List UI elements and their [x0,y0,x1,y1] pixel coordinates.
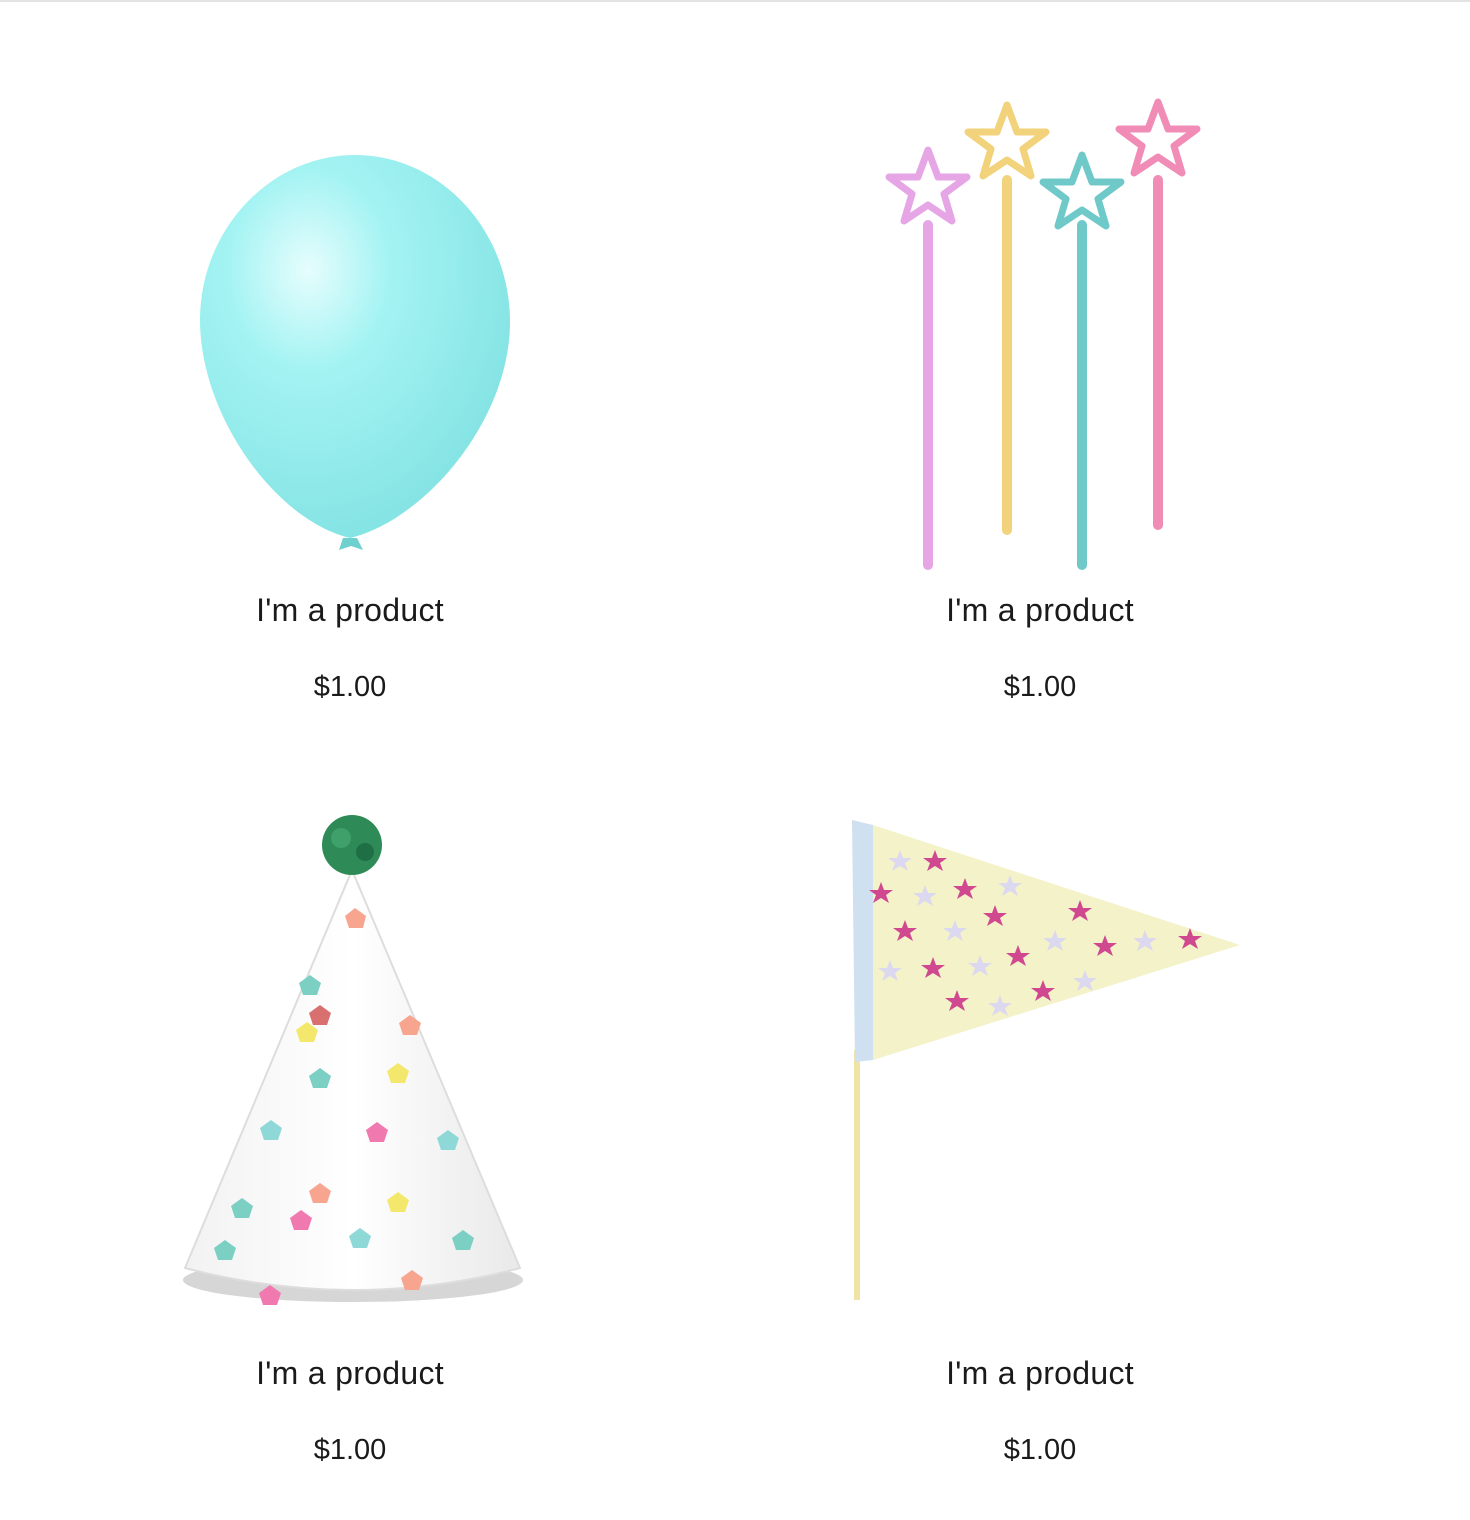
product-price: $1.00 [1003,671,1077,703]
product-name[interactable]: I'm a product [115,1355,585,1392]
product-image[interactable] [805,800,1275,1320]
product-name[interactable]: I'm a product [115,592,585,629]
product-image[interactable] [115,800,585,1320]
product-image[interactable] [805,60,1275,580]
party-hat-icon [183,815,523,1305]
product-price: $1.00 [313,671,387,703]
product-name[interactable]: I'm a product [805,592,1275,629]
pennant-flag-icon [852,820,1240,1300]
star-wands-icon [885,98,1201,570]
top-divider [0,0,1470,2]
product-card-party-hat[interactable]: I'm a product $1.00 [115,800,585,1480]
product-card-star-wands[interactable]: I'm a product $1.00 [805,60,1275,720]
product-price: $1.00 [1003,1434,1077,1466]
product-name[interactable]: I'm a product [805,1355,1275,1392]
product-image[interactable] [115,60,585,580]
product-card-pennant-flag[interactable]: I'm a product $1.00 [805,800,1275,1480]
product-card-balloon[interactable]: I'm a product $1.00 [115,60,585,720]
balloon-icon [200,155,510,550]
product-price: $1.00 [313,1434,387,1466]
